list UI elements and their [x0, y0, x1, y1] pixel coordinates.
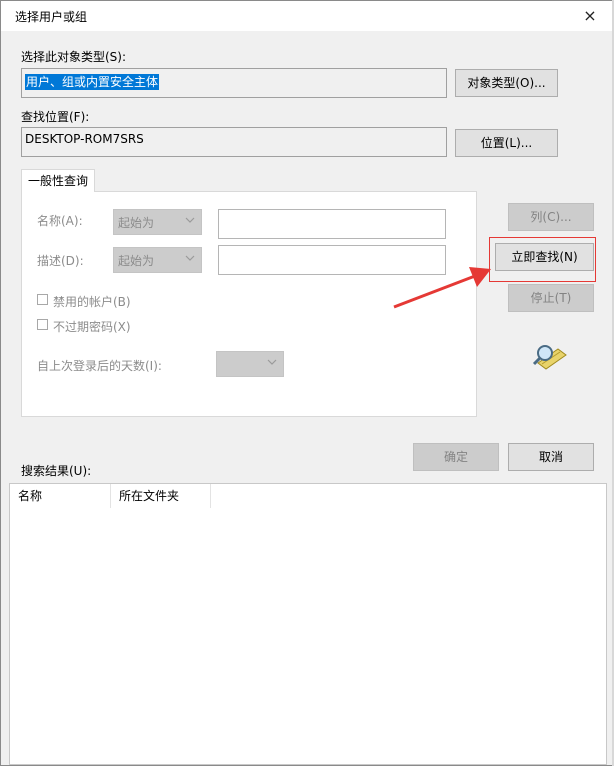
column-header-folder[interactable]: 所在文件夹	[111, 484, 211, 508]
select-users-groups-dialog: 选择用户或组 × 选择此对象类型(S): 用户、组或内置安全主体 对象类型(O)…	[0, 0, 614, 766]
close-icon[interactable]: ×	[577, 3, 603, 29]
tab-common-queries[interactable]: 一般性查询	[21, 169, 95, 192]
disabled-accounts-label: 禁用的帐户(B)	[53, 295, 131, 309]
search-results-list[interactable]: 名称 所在文件夹	[9, 483, 607, 765]
description-label: 描述(D):	[37, 254, 84, 268]
ok-button[interactable]: 确定	[413, 443, 499, 471]
location-label: 查找位置(F):	[21, 110, 90, 124]
search-results-label: 搜索结果(U):	[21, 464, 92, 478]
object-types-button[interactable]: 对象类型(O)...	[455, 69, 558, 97]
location-field: DESKTOP-ROM7SRS	[21, 127, 447, 157]
cancel-button[interactable]: 取消	[508, 443, 594, 471]
object-type-field: 用户、组或内置安全主体	[21, 68, 447, 98]
object-type-value: 用户、组或内置安全主体	[25, 74, 160, 90]
magnifier-search-icon	[532, 345, 567, 370]
description-input[interactable]	[218, 245, 446, 275]
title-bar: 选择用户或组 ×	[1, 1, 613, 31]
non-expiring-password-label: 不过期密码(X)	[53, 320, 131, 334]
chevron-down-icon	[185, 255, 195, 261]
locations-button[interactable]: 位置(L)...	[455, 129, 558, 157]
dialog-title: 选择用户或组	[15, 10, 88, 24]
stop-button[interactable]: 停止(T)	[508, 284, 594, 312]
description-mode-value: 起始为	[118, 254, 155, 268]
column-header-name[interactable]: 名称	[10, 484, 111, 508]
object-type-label: 选择此对象类型(S):	[21, 50, 127, 64]
name-label: 名称(A):	[37, 214, 83, 228]
chevron-down-icon	[185, 217, 195, 223]
name-input[interactable]	[218, 209, 446, 239]
non-expiring-password-checkbox[interactable]	[37, 319, 48, 330]
name-mode-value: 起始为	[118, 216, 155, 230]
columns-button[interactable]: 列(C)...	[508, 203, 594, 231]
chevron-down-icon	[267, 359, 277, 365]
disabled-accounts-checkbox[interactable]	[37, 294, 48, 305]
find-now-button[interactable]: 立即查找(N)	[495, 243, 594, 271]
description-mode-select[interactable]: 起始为	[113, 247, 202, 273]
days-since-logon-label: 自上次登录后的天数(I):	[37, 359, 162, 373]
days-since-logon-select[interactable]	[216, 351, 284, 377]
name-mode-select[interactable]: 起始为	[113, 209, 202, 235]
